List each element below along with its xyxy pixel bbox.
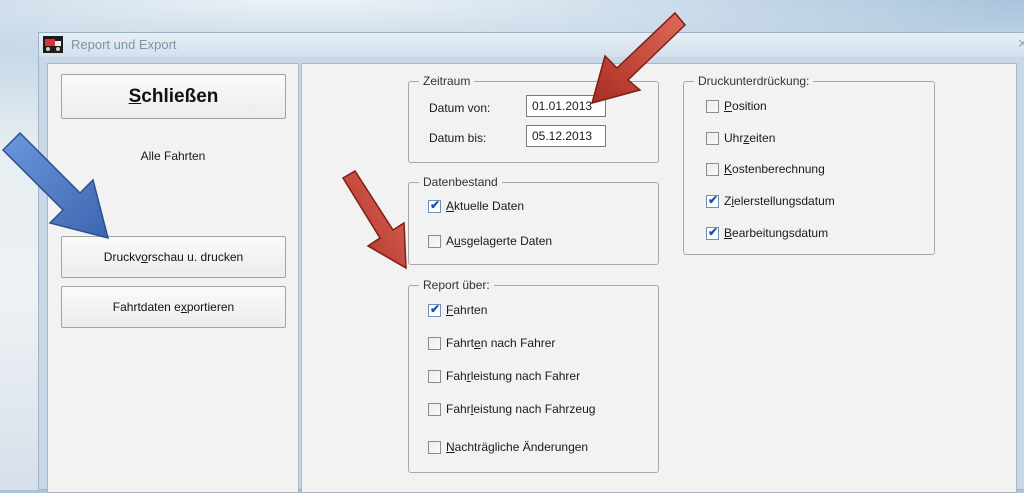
report-export-window: Report und Export ✕ Schließen Alle Fahrt… [38, 32, 1024, 493]
checkbox-mileage-by-driver[interactable]: Fahrleistung nach Fahrer [428, 368, 580, 384]
checkbox-label: Fahrten [446, 303, 488, 317]
checkbox-times[interactable]: Uhrzeiten [706, 130, 775, 146]
checkbox-edit-date[interactable]: Bearbeitungsdatum [706, 225, 828, 241]
export-trip-data-button[interactable]: Fahrtdaten exportieren [61, 286, 286, 328]
report-scope-label: Alle Fahrten [140, 149, 206, 163]
close-button[interactable]: Schließen [61, 74, 286, 119]
print-preview-button[interactable]: Druckvorschau u. drucken [61, 236, 286, 278]
options-panel: Zeitraum Datum von: 01.01.2013 Datum bis… [301, 63, 1017, 493]
checkbox-trips[interactable]: Fahrten [428, 302, 487, 318]
checkbox-box[interactable] [706, 99, 719, 113]
checkbox-box[interactable] [428, 402, 441, 416]
data-source-group: Datenbestand Aktuelle Daten Ausgelagerte… [408, 175, 659, 265]
title-bar: Report und Export ✕ [39, 33, 1024, 57]
print-suppression-legend: Druckunterdrückung: [694, 74, 814, 88]
date-from-input[interactable]: 01.01.2013 [526, 95, 606, 117]
checkbox-label: Fahrten nach Fahrer [446, 336, 556, 350]
checkbox-label: Nachträgliche Änderungen [446, 440, 589, 454]
checkbox-box[interactable] [706, 225, 719, 240]
checkbox-box[interactable] [428, 302, 441, 317]
checkbox-box[interactable] [428, 369, 441, 383]
date-to-label: Datum bis: [429, 131, 487, 145]
date-from-label: Datum von: [429, 101, 491, 115]
date-to-input[interactable]: 05.12.2013 [526, 125, 606, 147]
date-range-legend: Zeitraum [419, 74, 475, 88]
checkbox-subsequent-changes[interactable]: Nachträgliche Änderungen [428, 439, 588, 455]
checkbox-label: Kostenberechnung [724, 162, 825, 176]
checkbox-current-data[interactable]: Aktuelle Daten [428, 198, 524, 214]
checkbox-box[interactable] [428, 198, 441, 213]
checkbox-label: Position [724, 99, 767, 113]
checkbox-label: Fahrleistung nach Fahrzeug [446, 402, 596, 416]
checkbox-box[interactable] [428, 440, 441, 454]
checkbox-box[interactable] [428, 234, 441, 248]
checkbox-position[interactable]: Position [706, 98, 767, 114]
report-type-group: Report über: Fahrten Fahrten nach Fahrer… [408, 278, 659, 473]
checkbox-mileage-by-vehicle[interactable]: Fahrleistung nach Fahrzeug [428, 401, 595, 417]
checkbox-label: Zielerstellungsdatum [724, 194, 835, 208]
date-range-group: Zeitraum Datum von: 01.01.2013 Datum bis… [408, 74, 659, 163]
checkbox-creation-date[interactable]: Zielerstellungsdatum [706, 193, 835, 209]
left-panel: Schließen Alle Fahrten Druckvorschau u. … [47, 63, 299, 493]
checkbox-label: Aktuelle Daten [446, 199, 525, 213]
app-truck-icon [43, 36, 63, 53]
checkbox-archived-data[interactable]: Ausgelagerte Daten [428, 233, 552, 249]
checkbox-label: Fahrleistung nach Fahrer [446, 369, 581, 383]
checkbox-label: Uhrzeiten [724, 131, 776, 145]
print-suppression-group: Druckunterdrückung: Position Uhrzeiten K… [683, 74, 935, 255]
report-type-legend: Report über: [419, 278, 494, 292]
checkbox-label: Bearbeitungsdatum [724, 226, 829, 240]
checkbox-box[interactable] [706, 131, 719, 145]
checkbox-label: Ausgelagerte Daten [446, 234, 553, 248]
checkbox-box[interactable] [428, 336, 441, 350]
checkbox-box[interactable] [706, 162, 719, 176]
checkbox-trips-by-driver[interactable]: Fahrten nach Fahrer [428, 335, 555, 351]
checkbox-cost-calculation[interactable]: Kostenberechnung [706, 161, 825, 177]
window-title: Report und Export [71, 37, 177, 52]
checkbox-box[interactable] [706, 193, 719, 208]
data-source-legend: Datenbestand [419, 175, 502, 189]
close-window-icon[interactable]: ✕ [1017, 36, 1024, 52]
